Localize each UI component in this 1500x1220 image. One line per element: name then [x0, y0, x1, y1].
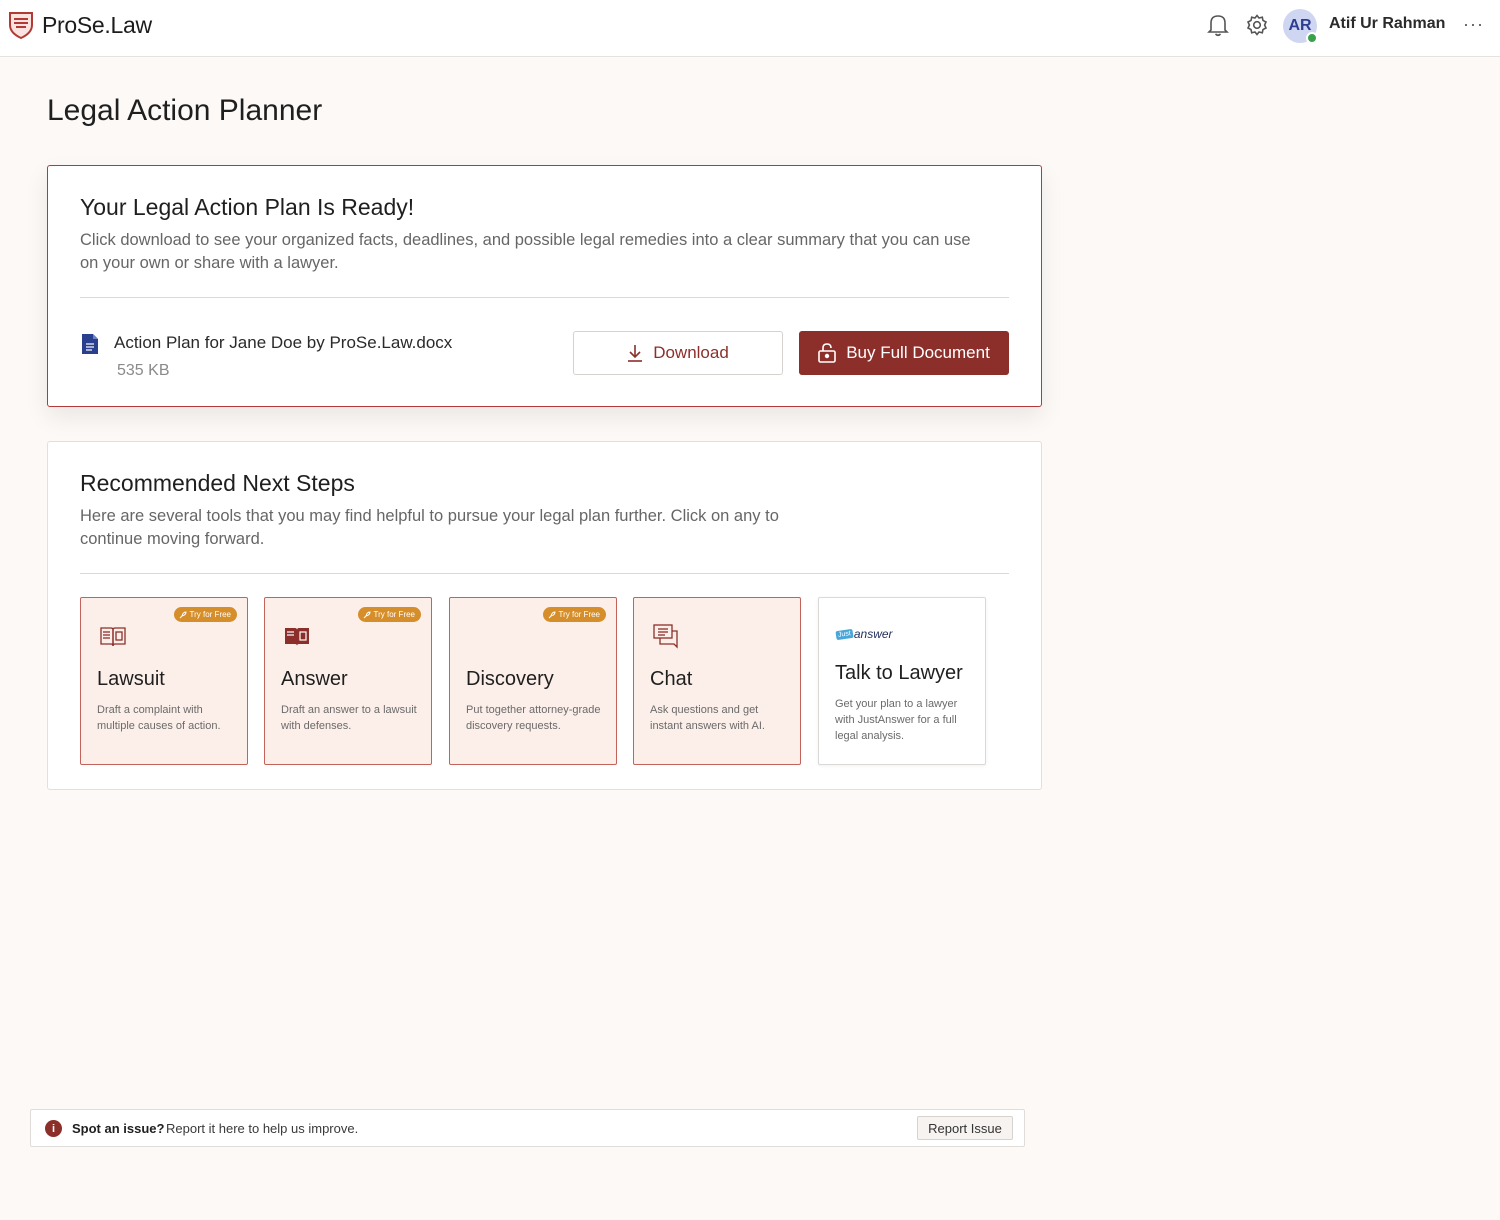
- tile-title: Discovery: [466, 668, 554, 690]
- more-options-icon[interactable]: ···: [1463, 14, 1484, 35]
- download-icon: [627, 344, 643, 362]
- steps-description: Here are several tools that you may find…: [80, 507, 779, 548]
- gear-icon: [1246, 14, 1268, 36]
- issue-heading: Spot an issue?: [72, 1121, 165, 1136]
- buy-full-document-button[interactable]: Buy Full Document: [799, 331, 1009, 375]
- top-bar: ProSe.Law AR Atif Ur Rahman ···: [0, 0, 1500, 57]
- tile-talk-to-lawyer[interactable]: Just answer Talk to Lawyer Get your plan…: [818, 597, 986, 765]
- open-book-icon: [285, 628, 309, 646]
- book-icon: [100, 627, 126, 647]
- tile-description: Draft an answer to a lawsuit with defens…: [281, 704, 417, 732]
- notifications-button[interactable]: [1205, 12, 1231, 38]
- tile-title: Answer: [281, 668, 348, 690]
- tile-description: Put together attorney-grade discovery re…: [466, 704, 601, 732]
- tile-description: Ask questions and get instant answers wi…: [650, 704, 765, 732]
- chat-icon: [653, 624, 678, 649]
- info-icon: i: [45, 1120, 62, 1137]
- bell-icon: [1207, 15, 1229, 37]
- tile-lawsuit[interactable]: Try for Free Lawsuit Draft a complaint w…: [80, 597, 248, 765]
- avatar[interactable]: AR: [1283, 9, 1318, 44]
- rocket-icon: [548, 610, 556, 618]
- download-button[interactable]: Download: [573, 331, 783, 375]
- try-for-free-badge: Try for Free: [173, 607, 237, 622]
- rocket-icon: [363, 610, 371, 618]
- tile-chat[interactable]: Chat Ask questions and get instant answe…: [633, 597, 801, 765]
- brand-name: ProSe.Law: [42, 11, 152, 38]
- issue-text: Report it here to help us improve.: [166, 1121, 359, 1136]
- steps-title: Recommended Next Steps: [80, 470, 355, 496]
- ready-title: Your Legal Action Plan Is Ready!: [80, 194, 415, 220]
- settings-button[interactable]: [1244, 12, 1270, 38]
- tile-answer[interactable]: Try for Free Answer Draft an answer to a…: [264, 597, 432, 765]
- online-status-dot: [1306, 32, 1318, 44]
- tile-description: Get your plan to a lawyer with JustAnswe…: [835, 698, 958, 742]
- tile-discovery[interactable]: Try for Free Discovery Put together atto…: [449, 597, 617, 765]
- rocket-icon: [179, 610, 187, 618]
- user-name[interactable]: Atif Ur Rahman: [1329, 15, 1445, 33]
- file-name: Action Plan for Jane Doe by ProSe.Law.do…: [114, 333, 453, 352]
- action-plan-ready-card: Your Legal Action Plan Is Ready! Click d…: [47, 165, 1042, 407]
- buy-label: Buy Full Document: [846, 343, 990, 362]
- divider: [80, 297, 1009, 298]
- download-label: Download: [653, 343, 729, 362]
- prose-law-logo-icon: [9, 12, 33, 39]
- tile-title: Talk to Lawyer: [835, 662, 963, 684]
- ready-description: Click download to see your organized fac…: [80, 231, 971, 272]
- document-icon: [82, 334, 98, 354]
- page-title: Legal Action Planner: [47, 94, 323, 127]
- tile-description: Draft a complaint with multiple causes o…: [97, 704, 221, 732]
- try-for-free-badge: Try for Free: [542, 607, 606, 622]
- tile-title: Chat: [650, 668, 693, 690]
- divider: [80, 573, 1009, 574]
- try-for-free-badge: Try for Free: [357, 607, 421, 622]
- report-issue-button[interactable]: Report Issue: [917, 1116, 1013, 1140]
- recommended-next-steps-card: Recommended Next Steps Here are several …: [47, 441, 1042, 790]
- justanswer-logo: Just answer: [835, 627, 893, 641]
- tile-title: Lawsuit: [97, 668, 165, 690]
- unlock-icon: [818, 343, 836, 363]
- file-size: 535 KB: [117, 362, 170, 379]
- report-issue-bar: i Spot an issue? Report it here to help …: [30, 1109, 1025, 1147]
- brand[interactable]: ProSe.Law: [8, 11, 152, 39]
